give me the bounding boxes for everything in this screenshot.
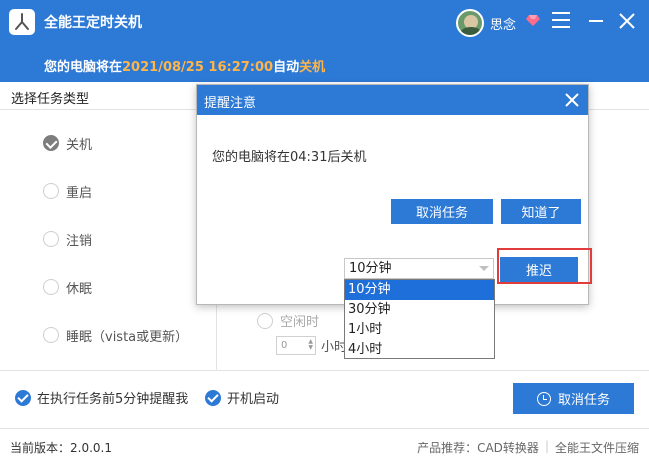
- task-type-title: 选择任务类型: [11, 92, 90, 107]
- hours-stepper[interactable]: 0 ▲ ▼: [276, 336, 316, 355]
- product-links: 产品推荐：CAD转换器 | 全能王文件压缩: [417, 439, 639, 456]
- postpone-dropdown: 10分钟 30分钟 1小时 4小时: [344, 279, 495, 359]
- task-type-panel: 关机 重启 注销 休眠 睡眠（vista或更新）: [0, 110, 217, 370]
- startup-option[interactable]: 开机启动: [205, 388, 279, 407]
- alarm-clock-icon: [536, 391, 551, 406]
- divider: [0, 370, 649, 371]
- chevron-down-icon[interactable]: [479, 266, 489, 271]
- task-option-shutdown[interactable]: 关机: [43, 133, 92, 153]
- task-option-logoff[interactable]: 注销: [43, 229, 92, 249]
- app-title: 全能王定时关机: [44, 15, 142, 31]
- menu-icon[interactable]: [552, 12, 570, 28]
- task-option-hibernate[interactable]: 休眠: [43, 277, 92, 297]
- schedule-action: 关机: [299, 60, 326, 75]
- dropdown-option[interactable]: 1小时: [345, 320, 494, 340]
- title-bar: 全能王定时关机 思念 您的电脑将在2021/08/25 16:27:00自动关机: [0, 0, 649, 82]
- highlight-annotation: [497, 248, 592, 284]
- status-bar: 当前版本：2.0.0.1 产品推荐：CAD转换器 | 全能王文件压缩: [0, 428, 649, 462]
- dialog-cancel-task-button[interactable]: 取消任务: [391, 199, 493, 224]
- dropdown-option[interactable]: 10分钟: [345, 280, 494, 300]
- cancel-task-label: 取消任务: [557, 393, 610, 408]
- dropdown-option[interactable]: 4小时: [345, 340, 494, 360]
- radio-icon[interactable]: [257, 312, 273, 329]
- stepper-arrows-icon[interactable]: ▲ ▼: [308, 339, 313, 351]
- version-label: 当前版本：2.0.0.1: [10, 441, 112, 455]
- app-logo-icon: [9, 9, 35, 35]
- task-option-label: 休眠: [66, 281, 93, 297]
- hours-value: 0: [281, 340, 288, 351]
- checkbox-checked-icon[interactable]: [15, 389, 31, 406]
- username[interactable]: 思念: [490, 14, 516, 33]
- avatar[interactable]: [456, 9, 484, 37]
- task-option-label: 重启: [66, 185, 93, 201]
- close-icon[interactable]: [618, 12, 636, 30]
- dialog-title-bar: 提醒注意: [197, 85, 588, 115]
- schedule-middle: 自动: [273, 60, 300, 75]
- radio-checked-icon[interactable]: [43, 135, 59, 151]
- dialog-message: 您的电脑将在04:31后关机: [212, 150, 367, 165]
- recommend-link[interactable]: 产品推荐：CAD转换器: [417, 439, 539, 456]
- remind-option[interactable]: 在执行任务前5分钟提醒我: [15, 388, 188, 407]
- radio-icon[interactable]: [43, 231, 59, 247]
- startup-label: 开机启动: [227, 392, 280, 407]
- task-option-label: 注销: [66, 233, 93, 249]
- remind-label: 在执行任务前5分钟提醒我: [37, 392, 189, 407]
- idle-hours-row: 0 ▲ ▼ 小时: [276, 336, 347, 355]
- schedule-info: 您的电脑将在2021/08/25 16:27:00自动关机: [44, 56, 325, 75]
- postpone-select[interactable]: 10分钟: [344, 258, 494, 279]
- cancel-task-button[interactable]: 取消任务: [513, 383, 634, 414]
- task-option-sleep[interactable]: 睡眠（vista或更新）: [43, 325, 188, 345]
- schedule-prefix: 您的电脑将在: [44, 60, 123, 75]
- dialog-ok-button[interactable]: 知道了: [501, 199, 581, 224]
- postpone-selected-value: 10分钟: [349, 261, 392, 276]
- task-option-restart[interactable]: 重启: [43, 181, 92, 201]
- product-link[interactable]: 全能王文件压缩: [555, 439, 639, 456]
- minimize-icon[interactable]: [589, 20, 603, 22]
- close-icon[interactable]: [563, 91, 581, 109]
- dialog-title: 提醒注意: [204, 96, 257, 111]
- checkbox-checked-icon[interactable]: [205, 389, 221, 406]
- diamond-icon[interactable]: [526, 13, 540, 27]
- dropdown-option[interactable]: 30分钟: [345, 300, 494, 320]
- radio-icon[interactable]: [43, 327, 59, 343]
- idle-option[interactable]: 空闲时: [257, 311, 319, 330]
- radio-icon[interactable]: [43, 279, 59, 295]
- separator: |: [544, 439, 549, 453]
- task-option-label: 关机: [66, 137, 93, 153]
- radio-icon[interactable]: [43, 183, 59, 199]
- schedule-datetime: 2021/08/25 16:27:00: [122, 60, 274, 75]
- task-option-label: 睡眠（vista或更新）: [66, 329, 189, 345]
- idle-label: 空闲时: [280, 315, 320, 330]
